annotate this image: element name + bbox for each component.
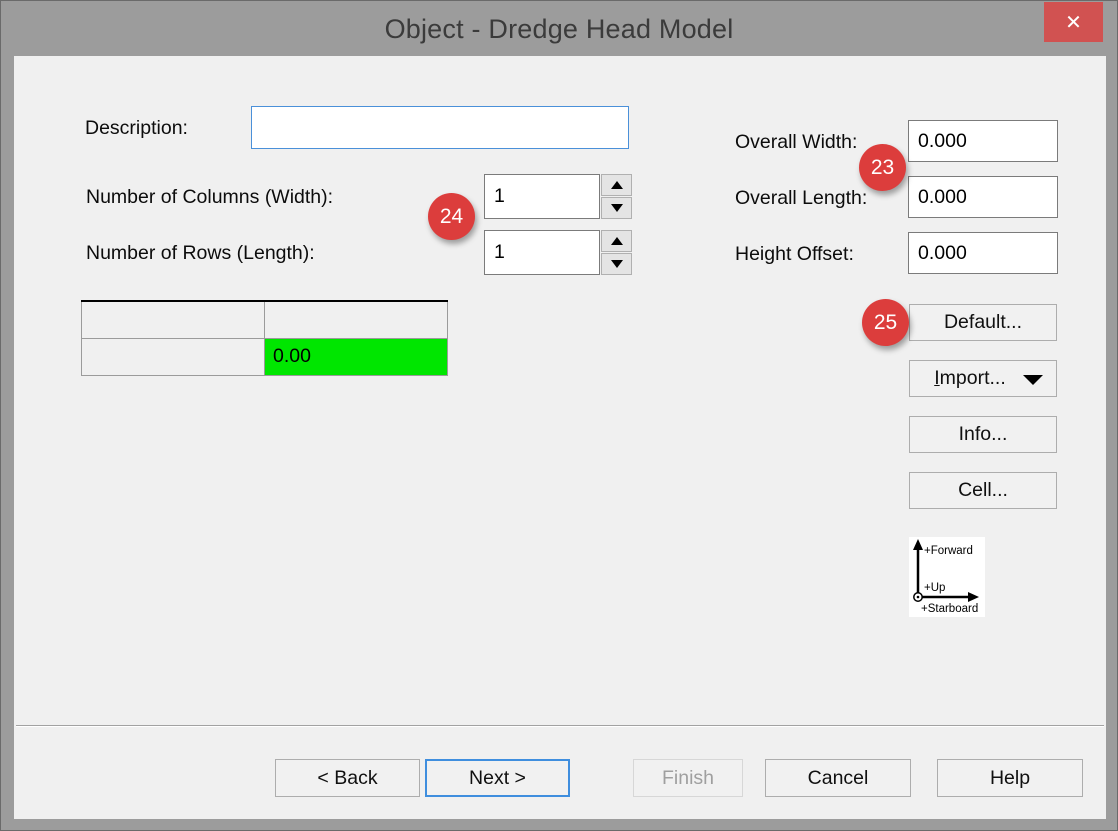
spin-up-icon	[610, 237, 623, 245]
overall-length-input[interactable]	[908, 176, 1058, 218]
rows-label: Number of Rows (Length):	[86, 242, 315, 264]
grid-row-header-cell[interactable]	[81, 337, 265, 376]
arrow-up-icon	[913, 539, 923, 550]
rows-spin-up-button[interactable]	[601, 230, 632, 252]
import-label-rest: mport...	[939, 367, 1006, 389]
finish-button[interactable]: Finish	[633, 759, 743, 797]
help-button[interactable]: Help	[937, 759, 1083, 797]
axis-up-label: +Up	[924, 582, 945, 594]
height-offset-label: Height Offset:	[735, 243, 854, 265]
columns-spin-down-button[interactable]	[601, 197, 632, 219]
columns-label: Number of Columns (Width):	[86, 186, 334, 208]
description-input[interactable]	[251, 106, 629, 149]
description-label: Description:	[85, 117, 188, 139]
spin-up-icon	[610, 181, 623, 189]
annotation-badge-25: 25	[862, 299, 909, 346]
grid-header-row	[81, 300, 448, 339]
info-button[interactable]: Info...	[909, 416, 1057, 453]
import-button-label: Import...	[934, 367, 1032, 390]
overall-length-label: Overall Length:	[735, 187, 868, 209]
cancel-button[interactable]: Cancel	[765, 759, 911, 797]
close-icon: ✕	[1065, 11, 1082, 34]
overall-width-label: Overall Width:	[735, 131, 858, 153]
default-button-label: Default...	[943, 311, 1023, 333]
axis-forward-label: +Forward	[924, 545, 973, 557]
cell-grid: 0.00	[81, 300, 448, 376]
grid-corner-cell[interactable]	[81, 300, 265, 339]
cell-button[interactable]: Cell...	[909, 472, 1057, 509]
grid-selected-cell[interactable]: 0.00	[264, 337, 448, 376]
annotation-badge-23: 23	[859, 144, 906, 191]
next-button-label: Next >	[469, 766, 526, 789]
axis-starboard-label: +Starboard	[921, 603, 978, 615]
grid-data-row: 0.00	[81, 337, 448, 376]
axis-diagram-icon: +Forward +Up +Starboard	[913, 539, 979, 615]
separator	[16, 725, 1104, 727]
overall-width-input[interactable]	[908, 120, 1058, 162]
close-button[interactable]: ✕	[1044, 2, 1103, 42]
back-button[interactable]: < Back	[275, 759, 420, 797]
dialog-content: Description: Number of Columns (Width): …	[14, 56, 1106, 819]
columns-input[interactable]	[484, 174, 600, 219]
dialog-title: Object - Dredge Head Model	[384, 14, 734, 44]
finish-button-label: Finish	[661, 766, 715, 789]
info-button-label: Info...	[958, 423, 1008, 445]
height-offset-input[interactable]	[908, 232, 1058, 274]
cancel-button-label: Cancel	[807, 766, 869, 789]
spin-down-icon	[610, 204, 623, 212]
cell-button-label: Cell...	[958, 479, 1008, 501]
columns-spin-up-button[interactable]	[601, 174, 632, 196]
next-button[interactable]: Next >	[425, 759, 570, 797]
rows-input[interactable]	[484, 230, 600, 275]
arrow-right-icon	[968, 592, 979, 602]
default-button[interactable]: Default...	[909, 304, 1057, 341]
titlebar: Object - Dredge Head Model ✕	[1, 1, 1117, 56]
help-button-label: Help	[989, 766, 1031, 789]
axis-orientation-diagram: +Forward +Up +Starboard	[909, 537, 985, 617]
spin-down-icon	[610, 260, 623, 268]
dialog-window: Object - Dredge Head Model ✕ Description…	[0, 0, 1118, 831]
dropdown-arrow-icon	[1023, 375, 1043, 385]
grid-column-header-cell[interactable]	[264, 300, 448, 339]
import-button[interactable]: Import...	[909, 360, 1057, 397]
back-button-label: < Back	[317, 766, 378, 789]
annotation-badge-24: 24	[428, 193, 475, 240]
rows-spin-down-button[interactable]	[601, 253, 632, 275]
